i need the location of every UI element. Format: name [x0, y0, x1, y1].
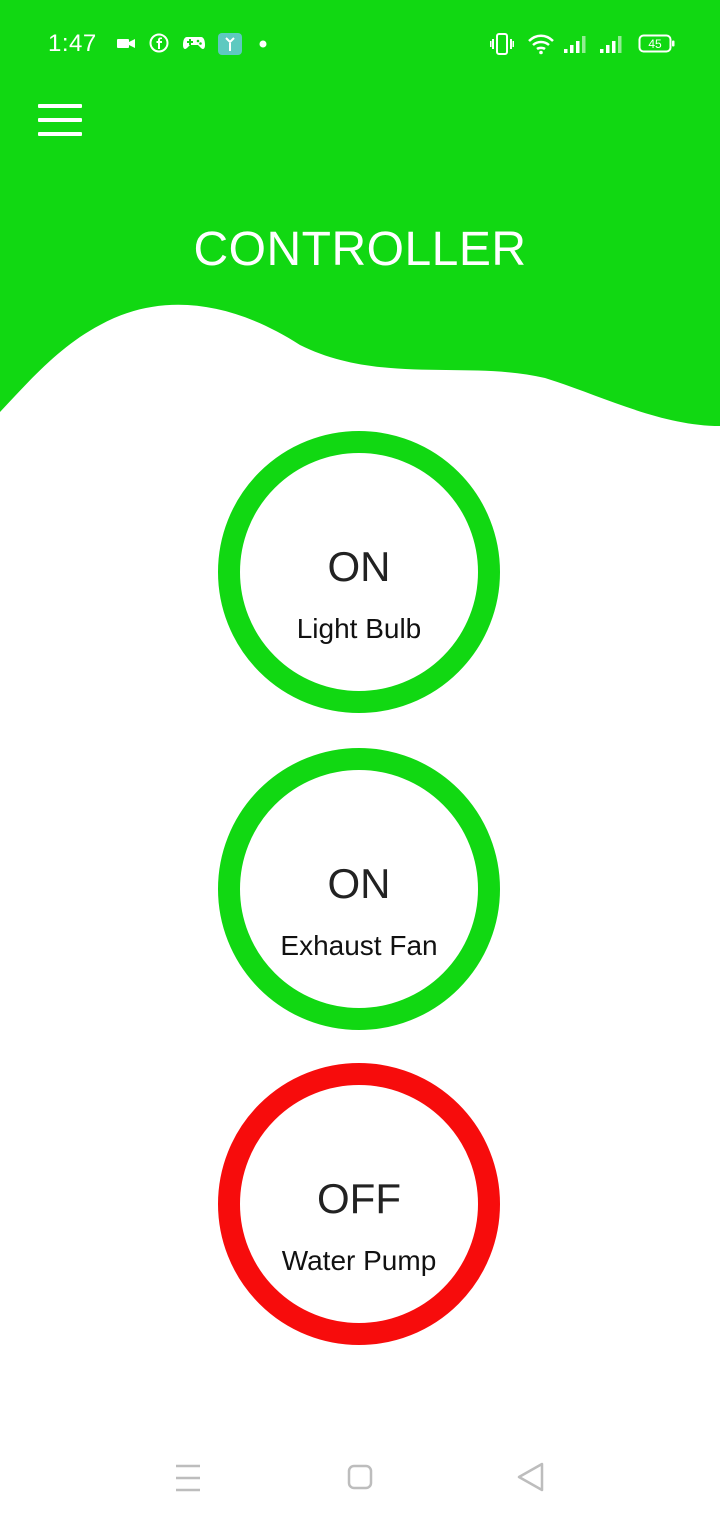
recents-menu-icon[interactable]	[160, 1450, 216, 1506]
home-square-icon[interactable]	[332, 1450, 388, 1506]
device-label: Light Bulb	[296, 613, 422, 644]
dot-icon	[259, 40, 267, 48]
light-bulb-toggle[interactable]: ON Light Bulb	[218, 431, 500, 713]
battery-icon: 45	[638, 34, 675, 53]
wifi-icon	[528, 34, 554, 55]
gamepad-icon	[183, 37, 205, 49]
device-state: ON	[327, 543, 391, 590]
hamburger-menu-icon[interactable]	[36, 102, 84, 138]
signal-icon	[564, 36, 586, 53]
exhaust-fan-toggle[interactable]: ON Exhaust Fan	[218, 748, 500, 1030]
back-triangle-icon[interactable]	[503, 1450, 559, 1506]
signal-icon	[600, 36, 622, 53]
status-bar: 1:47 45	[0, 0, 720, 88]
device-label: Exhaust Fan	[280, 930, 438, 961]
app-notification-icon	[218, 33, 242, 55]
water-pump-toggle[interactable]: OFF Water Pump	[218, 1063, 500, 1345]
battery-level: 45	[648, 37, 662, 51]
device-label: Water Pump	[281, 1245, 437, 1276]
navigation-bar	[0, 1430, 720, 1520]
status-time: 1:47	[48, 30, 97, 57]
device-state: ON	[327, 860, 391, 907]
vibrate-icon	[490, 33, 514, 55]
device-state: OFF	[317, 1175, 401, 1222]
video-camera-icon	[117, 39, 135, 48]
page-title: CONTROLLER	[193, 223, 527, 276]
facebook-icon	[149, 33, 169, 53]
